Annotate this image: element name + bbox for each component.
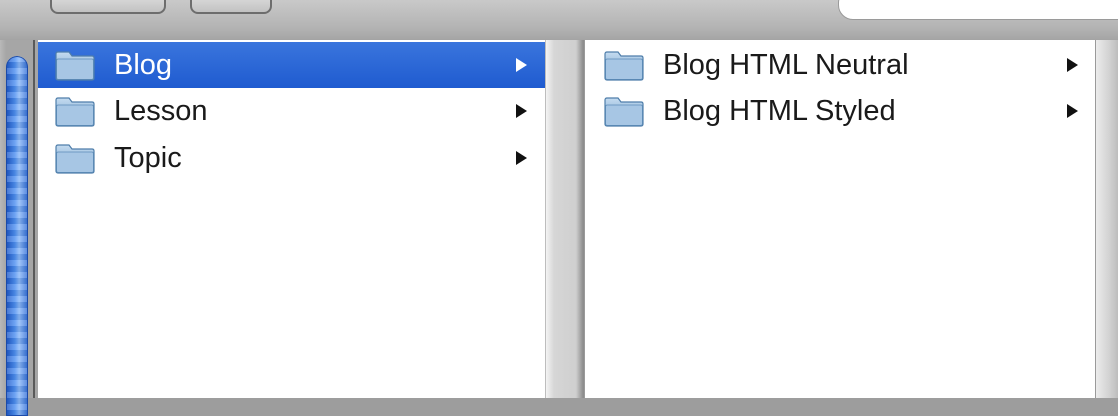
rail-divider: [33, 40, 35, 398]
folder-icon: [55, 144, 95, 174]
submenu-arrow-icon: [1067, 58, 1078, 72]
item-label: Blog: [114, 49, 173, 81]
folder-icon: [55, 51, 95, 81]
browser-column-2: Blog HTML Neutral Blog HTML Styled: [584, 40, 1096, 398]
column1-item-lesson[interactable]: Lesson: [38, 88, 545, 134]
item-label: Topic: [114, 142, 182, 174]
toolbar-button-view[interactable]: [190, 0, 272, 14]
folder-icon: [604, 97, 644, 127]
browser-column-1: Blog Lesson Topic: [38, 40, 546, 398]
submenu-arrow-icon: [1067, 104, 1078, 118]
submenu-arrow-icon: [516, 104, 527, 118]
item-label: Lesson: [114, 95, 208, 127]
submenu-arrow-icon: [516, 58, 527, 72]
column2-item-blog-html-styled[interactable]: Blog HTML Styled: [585, 88, 1095, 134]
window-edge: [1096, 40, 1118, 398]
column-resize-gutter[interactable]: [546, 40, 584, 398]
column2-item-blog-html-neutral[interactable]: Blog HTML Neutral: [585, 42, 1095, 88]
submenu-arrow-icon: [516, 151, 527, 165]
toolbar-button-back[interactable]: [50, 0, 166, 14]
item-label: Blog HTML Neutral: [663, 49, 909, 81]
toolbar: [0, 0, 1118, 41]
search-field[interactable]: [838, 0, 1118, 20]
column1-item-blog[interactable]: Blog: [38, 42, 545, 88]
scrollbar-thumb[interactable]: [6, 56, 28, 416]
folder-icon: [55, 97, 95, 127]
item-label: Blog HTML Styled: [663, 95, 896, 127]
folder-icon: [604, 51, 644, 81]
column1-item-topic[interactable]: Topic: [38, 135, 545, 181]
